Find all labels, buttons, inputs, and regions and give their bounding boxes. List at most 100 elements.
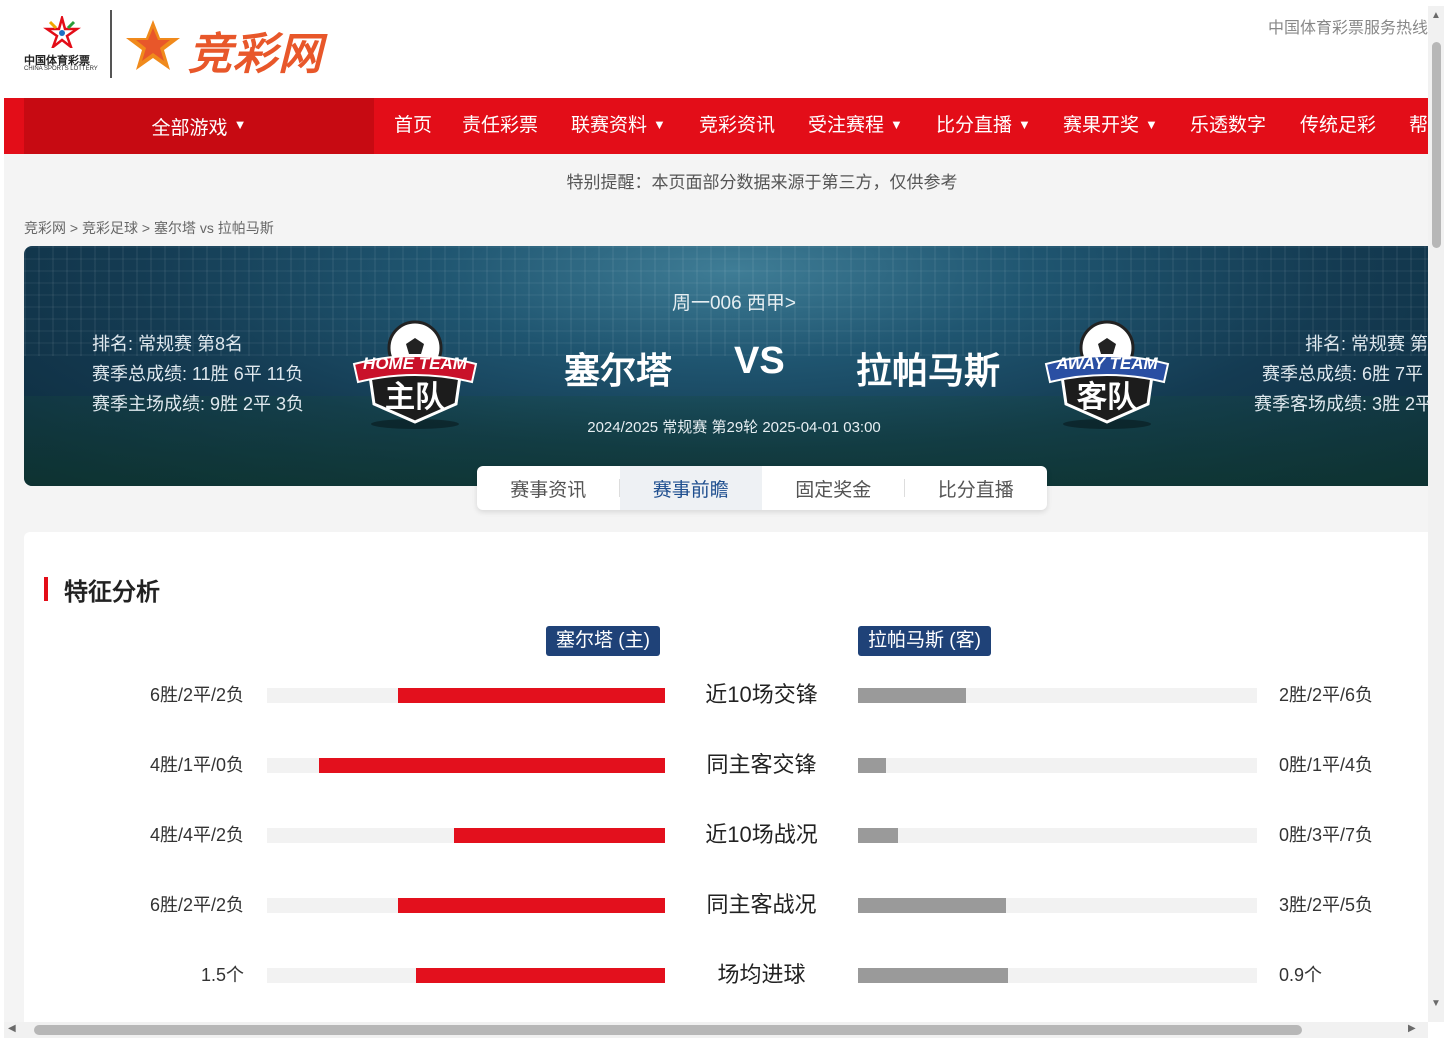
nav-item-news[interactable]: 竞彩资讯 bbox=[699, 98, 775, 154]
chevron-down-icon: ▼ bbox=[1145, 117, 1158, 132]
metric-label: 近10场战况 bbox=[705, 822, 818, 847]
chevron-down-icon: ▼ bbox=[233, 116, 247, 132]
scroll-right-icon[interactable]: ▶ bbox=[1408, 1023, 1416, 1034]
match-banner: 周一006 西甲> 排名: 常规赛 第8名 赛季总成绩: 11胜 6平 11负 … bbox=[24, 246, 1428, 486]
metric-label: 场均进球 bbox=[717, 962, 806, 987]
away-bar-fill bbox=[858, 688, 966, 703]
nav-item-results[interactable]: 赛果开奖 ▼ bbox=[1063, 98, 1158, 154]
nav-item-league-data[interactable]: 联赛资料 ▼ bbox=[571, 98, 666, 154]
away-badge-top: AWAY TEAM bbox=[1056, 354, 1158, 373]
match-tabs: 赛事资讯 赛事前瞻 固定奖金 比分直播 bbox=[477, 466, 1047, 510]
away-value: 0.9个 bbox=[1279, 965, 1323, 985]
breadcrumb-football[interactable]: 竞彩足球 bbox=[82, 220, 138, 236]
logo-divider bbox=[110, 10, 112, 78]
nav-item-label: 传统足彩 bbox=[1300, 115, 1377, 136]
scroll-down-icon[interactable]: ▼ bbox=[1431, 998, 1441, 1009]
nav-item-label: 竞彩资讯 bbox=[699, 115, 776, 136]
nav-item-schedule[interactable]: 受注赛程 ▼ bbox=[808, 98, 903, 154]
home-value: 4胜/4平/2负 bbox=[149, 825, 244, 845]
home-bar-track bbox=[267, 758, 665, 773]
star-logo-icon bbox=[126, 20, 180, 70]
nav-item-lotto[interactable]: 乐透数字 bbox=[1190, 98, 1266, 154]
home-rank: 排名: 常规赛 第8名 bbox=[92, 334, 244, 354]
away-value: 0胜/3平/7负 bbox=[1279, 825, 1374, 845]
comparison-row: 6胜/2平/2负 同主客战况 3胜/2平/5负 bbox=[24, 890, 1428, 920]
metric-label: 同主客交锋 bbox=[706, 752, 817, 777]
tab-label: 赛事资讯 bbox=[510, 479, 587, 501]
horizontal-scrollbar[interactable]: ◀ ▶ bbox=[4, 1022, 1428, 1038]
nav-item-home[interactable]: 首页 bbox=[394, 98, 432, 154]
home-bar-track bbox=[267, 688, 665, 703]
comparison-row: 4胜/1平/0负 同主客交锋 0胜/1平/4负 bbox=[24, 750, 1428, 780]
away-bar-fill bbox=[858, 898, 1006, 913]
tab-label: 比分直播 bbox=[937, 479, 1014, 501]
away-team-pill: 拉帕马斯 (客) bbox=[858, 626, 991, 656]
away-bar-fill bbox=[858, 828, 898, 843]
nav-item-label: 联赛资料 bbox=[571, 115, 648, 136]
tab-preview[interactable]: 赛事前瞻 bbox=[619, 466, 762, 510]
home-team-pill: 塞尔塔 (主) bbox=[546, 626, 660, 656]
home-season-record: 赛季总成绩: 11胜 6平 11负 bbox=[92, 364, 304, 384]
nav-item-label: 受注赛程 bbox=[808, 115, 885, 136]
vs-label: VS bbox=[734, 340, 785, 382]
nav-item-traditional[interactable]: 传统足彩 bbox=[1300, 98, 1376, 154]
vertical-scroll-thumb[interactable] bbox=[1432, 42, 1441, 248]
away-badge-main: 客队 bbox=[1077, 381, 1137, 414]
vertical-scrollbar[interactable]: ▲ ▼ bbox=[1428, 6, 1444, 1022]
nav-item-label: 首页 bbox=[394, 115, 433, 136]
home-bar-fill bbox=[398, 688, 665, 703]
site-header: 中国体育彩票 CHINA SPORTS LOTTERY 竞彩网 中国体育彩票服务… bbox=[4, 6, 1428, 98]
tab-fixed-odds[interactable]: 固定奖金 bbox=[762, 466, 905, 510]
home-value: 6胜/2平/2负 bbox=[149, 895, 244, 915]
breadcrumb-separator: > bbox=[69, 220, 79, 236]
china-sports-lottery-logo[interactable]: 中国体育彩票 CHINA SPORTS LOTTERY bbox=[22, 14, 104, 76]
away-team-name[interactable]: 拉帕马斯 bbox=[856, 342, 1000, 394]
comparison-row: 4胜/4平/2负 近10场战况 0胜/3平/7负 bbox=[24, 820, 1428, 850]
tab-match-news[interactable]: 赛事资讯 bbox=[477, 466, 620, 510]
away-value: 3胜/2平/5负 bbox=[1279, 895, 1374, 915]
site-logo[interactable]: 竞彩网 bbox=[122, 14, 362, 79]
metric-label: 同主客战况 bbox=[706, 892, 817, 917]
home-badge-top: HOME TEAM bbox=[363, 354, 467, 373]
nav-item-help[interactable]: 帮 bbox=[1409, 98, 1428, 154]
away-season-record: 赛季总成绩: 6胜 7平 15负 bbox=[1261, 364, 1428, 384]
all-games-menu[interactable]: 全部游戏 ▼ bbox=[24, 98, 374, 154]
section-title-text: 特征分析 bbox=[64, 578, 160, 606]
away-bar-fill bbox=[858, 968, 1008, 983]
breadcrumb: 竞彩网 > 竞彩足球 > 塞尔塔 vs 拉帕马斯 bbox=[24, 218, 274, 238]
away-value: 2胜/2平/6负 bbox=[1279, 685, 1374, 705]
breadcrumb-separator: > bbox=[141, 220, 151, 236]
service-hotline: 中国体育彩票服务热线 bbox=[1267, 20, 1428, 37]
nav-item-label: 乐透数字 bbox=[1190, 115, 1267, 136]
breadcrumb-current: 塞尔塔 vs 拉帕马斯 bbox=[153, 220, 274, 236]
home-team-name[interactable]: 塞尔塔 bbox=[564, 342, 672, 394]
league-link[interactable]: 周一006 西甲> bbox=[24, 288, 1428, 315]
match-round-info: 2024/2025 常规赛 第29轮 2025-04-01 03:00 bbox=[587, 419, 881, 436]
scroll-up-icon[interactable]: ▲ bbox=[1431, 10, 1441, 21]
away-bar-track bbox=[858, 758, 1257, 773]
breadcrumb-home[interactable]: 竞彩网 bbox=[24, 220, 66, 236]
tab-live-score[interactable]: 比分直播 bbox=[905, 466, 1048, 510]
away-bar-track bbox=[858, 688, 1257, 703]
lottery-star-icon bbox=[43, 16, 81, 48]
nav-item-responsible[interactable]: 责任彩票 bbox=[462, 98, 538, 154]
home-value: 4胜/1平/0负 bbox=[149, 755, 244, 775]
chevron-down-icon: ▼ bbox=[890, 117, 903, 132]
comparison-row: 1.5个 场均进球 0.9个 bbox=[24, 960, 1428, 990]
nav-item-label: 比分直播 bbox=[936, 115, 1013, 136]
chevron-down-icon: ▼ bbox=[1018, 117, 1031, 132]
home-value: 6胜/2平/2负 bbox=[149, 685, 244, 705]
page-viewport: 中国体育彩票 CHINA SPORTS LOTTERY 竞彩网 中国体育彩票服务… bbox=[4, 6, 1428, 1022]
away-bar-track bbox=[858, 968, 1257, 983]
home-bar-track bbox=[267, 828, 665, 843]
away-bar-track bbox=[858, 898, 1257, 913]
brand-en: CHINA SPORTS LOTTERY bbox=[24, 66, 98, 72]
section-title: 特征分析 bbox=[44, 576, 160, 606]
scroll-left-icon[interactable]: ◀ bbox=[8, 1023, 16, 1034]
home-bar-fill bbox=[398, 898, 665, 913]
title-accent-bar bbox=[44, 577, 48, 601]
horizontal-scroll-thumb[interactable] bbox=[34, 1025, 1302, 1035]
nav-item-live-score[interactable]: 比分直播 ▼ bbox=[936, 98, 1031, 154]
notice-banner: 特别提醒：本页面部分数据来源于第三方，仅供参考 bbox=[566, 173, 958, 192]
away-bar-track bbox=[858, 828, 1257, 843]
